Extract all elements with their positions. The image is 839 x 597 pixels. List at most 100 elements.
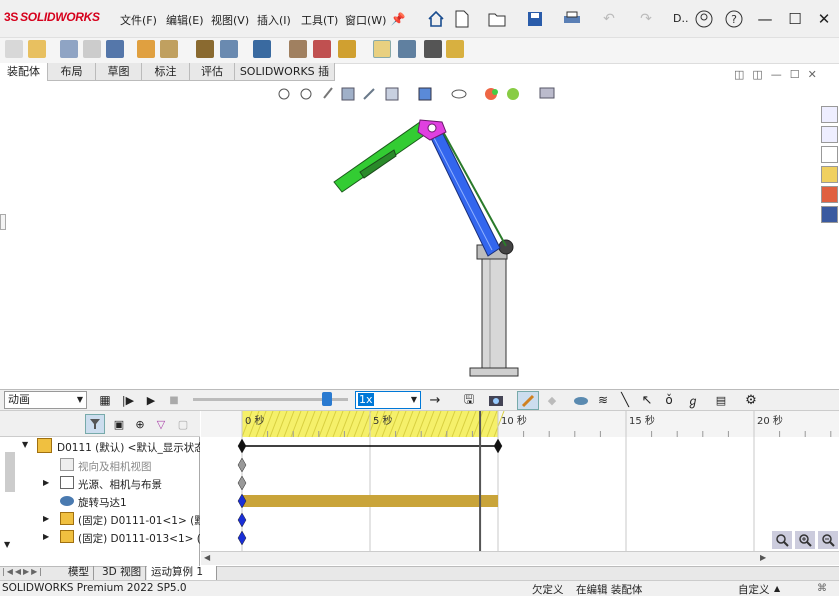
help-icon[interactable]: ? (724, 9, 744, 29)
tree-item-part-01[interactable]: ▶ (固定) D0111-01<1> (默认 (0, 511, 200, 529)
resources-icon[interactable] (821, 106, 838, 123)
assembly-check-icon[interactable] (446, 40, 464, 58)
viewport-window-controls[interactable]: ◫◫—☐✕ (734, 68, 834, 82)
study-type-select[interactable]: 动画 ▼ (4, 391, 87, 409)
animation-wizard-icon[interactable] (487, 391, 505, 409)
redo-icon[interactable]: ↷ (637, 9, 655, 29)
mate-icon[interactable] (28, 40, 46, 58)
bill-of-materials-icon[interactable] (253, 40, 271, 58)
force-icon[interactable]: ↖ (638, 391, 656, 409)
zoom-in-icon[interactable] (795, 531, 815, 549)
play-from-start-icon[interactable]: |▶ (120, 391, 136, 409)
exploded-view-icon[interactable] (289, 40, 307, 58)
save-animation-icon[interactable]: 🖫 (460, 391, 478, 409)
menu-edit[interactable]: 编辑(E) (166, 12, 204, 28)
playback-speed-select[interactable]: 1x ▼ (355, 391, 421, 409)
timeline-scroll-right-arrow[interactable]: ▶ (760, 553, 766, 562)
units-custom[interactable]: 自定义 (738, 582, 770, 597)
appearances-icon[interactable] (821, 186, 838, 203)
motor-icon[interactable] (572, 391, 590, 409)
menu-window[interactable]: 窗口(W) (345, 12, 386, 28)
camera-icon[interactable] (424, 40, 442, 58)
results-plots-icon[interactable]: ▤ (712, 391, 730, 409)
timeline-scroll-left-arrow[interactable]: ◀ (204, 553, 210, 562)
menu-view[interactable]: 视图(V) (211, 12, 249, 28)
zoom-to-fit-icon[interactable] (772, 531, 792, 549)
bottom-tab-model[interactable]: 模型 (64, 566, 94, 580)
undo-icon[interactable]: ↶ (600, 9, 618, 29)
file-explorer-icon[interactable] (821, 146, 838, 163)
stop-icon[interactable]: ■ (166, 391, 182, 409)
panel-collapse-handle[interactable] (0, 214, 6, 230)
filter-animated-icon[interactable] (85, 414, 105, 434)
timeline-scrollbar[interactable] (201, 551, 839, 565)
bottom-tab-3d-views[interactable]: 3D 视图 (98, 566, 147, 580)
contact-icon[interactable]: ǒ (660, 391, 678, 409)
playback-slider-thumb[interactable] (322, 392, 332, 406)
tab-layout[interactable]: 布局 (48, 63, 96, 81)
tree-scroll-down-arrow[interactable]: ▼ (4, 540, 10, 549)
tree-item-views-cameras[interactable]: 视向及相机视图 (0, 457, 200, 475)
robot-arm-model[interactable] (320, 110, 540, 385)
save-icon[interactable] (525, 9, 545, 29)
tree-root-row[interactable]: ▼ D0111 (默认) <默认_显示状态 (0, 438, 200, 456)
units-dropdown-arrow[interactable]: ▲ (774, 584, 780, 593)
tab-evaluate[interactable]: 评估 (190, 63, 235, 81)
account-icon[interactable] (694, 9, 714, 29)
menu-tools[interactable]: 工具(T) (301, 12, 338, 28)
tab-navigation-arrows[interactable]: |◀◀▶▶| (2, 567, 54, 579)
filter-selected-icon[interactable]: ⊕ (131, 414, 149, 434)
take-snapshot-icon[interactable] (373, 40, 391, 58)
home-icon[interactable] (426, 9, 446, 29)
new-motion-study-icon[interactable] (220, 40, 238, 58)
status-under-defined: 欠定义 (532, 584, 564, 596)
filter-results-icon[interactable]: ▽ (152, 414, 170, 434)
playback-mode-icon[interactable]: → (426, 391, 444, 409)
autofit-icon[interactable]: ▢ (174, 414, 192, 434)
instant3d-icon[interactable] (313, 40, 331, 58)
motion-study-properties-icon[interactable]: ⚙ (742, 391, 760, 409)
spring-icon[interactable]: ≋ (594, 391, 612, 409)
large-assembly-mode-icon[interactable] (398, 40, 416, 58)
design-library-icon[interactable] (821, 126, 838, 143)
status-help-icon[interactable]: ⌘ (810, 581, 834, 595)
tree-scrollbar-thumb[interactable] (5, 452, 15, 492)
autokey-icon[interactable] (517, 391, 539, 410)
timeline-area[interactable]: 0 秒 5 秒 10 秒 15 秒 20 秒 (201, 410, 839, 566)
calculate-icon[interactable]: ▦ (96, 391, 114, 409)
move-component-icon[interactable] (106, 40, 124, 58)
open-folder-icon[interactable] (487, 9, 507, 29)
pin-icon[interactable]: 📌 (390, 10, 406, 28)
new-document-icon[interactable] (452, 9, 472, 29)
gravity-icon[interactable]: ℊ (684, 391, 702, 409)
tab-sketch[interactable]: 草图 (96, 63, 142, 81)
smart-fasteners-icon[interactable] (83, 40, 101, 58)
tree-item-rotary-motor[interactable]: 旋转马达1 (0, 493, 200, 511)
view-palette-icon[interactable] (821, 166, 838, 183)
close-button[interactable]: ✕ (809, 0, 839, 38)
zoom-out-icon[interactable] (818, 531, 838, 549)
bottom-tab-motion-study-1[interactable]: 运动算例 1 (147, 566, 217, 580)
add-key-icon[interactable]: ◆ (543, 391, 561, 409)
tab-markup[interactable]: 标注 (142, 63, 190, 81)
show-hidden-icon[interactable] (137, 40, 155, 58)
menu-insert[interactable]: 插入(I) (257, 12, 291, 28)
tab-assembly[interactable]: 装配体 (0, 63, 48, 81)
reference-geometry-icon[interactable] (196, 40, 214, 58)
filter-driving-icon[interactable]: ▣ (110, 414, 128, 434)
tab-solidworks-addins[interactable]: SOLIDWORKS 插件 (235, 63, 335, 95)
damper-icon[interactable]: ╲ (616, 391, 634, 409)
minimize-button[interactable]: — (750, 0, 780, 38)
play-icon[interactable]: ▶ (143, 391, 159, 409)
camera-views-icon (60, 458, 74, 471)
update-speedpak-icon[interactable] (338, 40, 356, 58)
tree-item-part-013[interactable]: ▶ (固定) D0111-013<1> (默 (0, 529, 200, 547)
menu-file[interactable]: 文件(F) (120, 12, 157, 28)
insert-component-icon[interactable] (5, 40, 23, 58)
assembly-features-icon[interactable] (160, 40, 178, 58)
linear-pattern-icon[interactable] (60, 40, 78, 58)
print-icon[interactable] (562, 9, 582, 29)
tree-item-lights-scene[interactable]: ▶ 光源、相机与布景 (0, 475, 200, 493)
maximize-button[interactable]: ☐ (780, 0, 810, 38)
custom-properties-icon[interactable] (821, 206, 838, 223)
